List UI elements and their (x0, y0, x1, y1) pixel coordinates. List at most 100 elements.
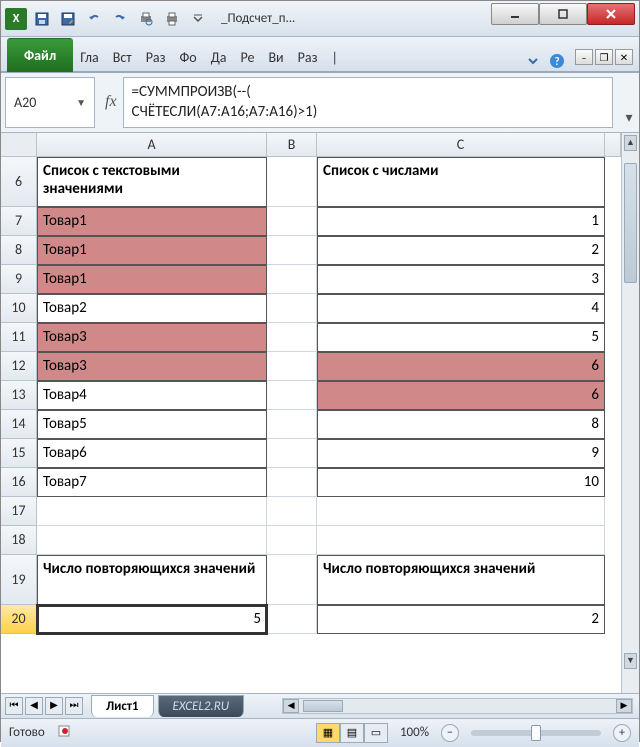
row-header[interactable]: 8 (1, 236, 37, 265)
cell-A7[interactable]: Товар1 (37, 207, 267, 236)
row-header[interactable]: 13 (1, 381, 37, 410)
new-sheet-icon[interactable] (248, 695, 276, 717)
chevron-down-icon[interactable]: ▼ (76, 96, 86, 109)
cell-A15[interactable]: Товар6 (37, 439, 267, 468)
column-header-blank[interactable] (605, 133, 621, 157)
scroll-left-icon[interactable]: ◀ (283, 699, 299, 713)
cell[interactable] (267, 439, 317, 468)
cell[interactable] (267, 468, 317, 497)
print-preview-icon[interactable] (135, 8, 157, 30)
cell-A11[interactable]: Товар3 (37, 323, 267, 352)
row-header[interactable]: 10 (1, 294, 37, 323)
formula-input[interactable]: =СУММПРОИЗВ(--( СЧЁТЕСЛИ(A7:A16;A7:A16)>… (123, 77, 613, 128)
horizontal-scrollbar[interactable]: ◀ ▶ (282, 698, 633, 714)
ribbon-tab-data[interactable]: Да (204, 42, 234, 72)
cell-C20[interactable]: 2 (317, 605, 605, 634)
cell-A14[interactable]: Товар5 (37, 410, 267, 439)
ribbon-tab-developer[interactable]: Раз (291, 42, 325, 72)
print-icon[interactable] (161, 8, 183, 30)
cell-A20-selected[interactable]: 5 (37, 605, 267, 634)
cell[interactable] (267, 265, 317, 294)
vertical-scrollbar[interactable]: ▲ ▼ (621, 133, 639, 693)
cell[interactable] (267, 497, 317, 526)
zoom-out-button[interactable]: − (441, 724, 459, 742)
workbook-minimize-button[interactable]: – (575, 49, 593, 65)
workbook-restore-button[interactable]: ❐ (595, 49, 613, 65)
column-header-C[interactable]: C (317, 133, 605, 157)
cell-A13[interactable]: Товар4 (37, 381, 267, 410)
formula-bar-expand-icon[interactable]: ▾ (619, 73, 639, 132)
ribbon-tab-formulas[interactable]: Фо (173, 42, 204, 72)
cell-C11[interactable]: 5 (317, 323, 605, 352)
row-header[interactable]: 18 (1, 526, 37, 555)
cell[interactable] (267, 207, 317, 236)
view-page-break-button[interactable]: ▭ (364, 723, 388, 743)
fx-button[interactable]: fx (105, 93, 117, 111)
cell-A12[interactable]: Товар3 (37, 352, 267, 381)
save-as-icon[interactable] (57, 8, 79, 30)
cell[interactable] (267, 381, 317, 410)
qat-customize-icon[interactable] (187, 8, 209, 30)
name-box[interactable]: A20 ▼ (5, 77, 95, 128)
cell-C14[interactable]: 8 (317, 410, 605, 439)
ribbon-tab-home[interactable]: Гла (73, 42, 106, 72)
column-header-B[interactable]: B (267, 133, 317, 157)
row-header[interactable]: 17 (1, 497, 37, 526)
redo-icon[interactable] (109, 8, 131, 30)
ribbon-tab-insert[interactable]: Вст (106, 42, 139, 72)
ribbon-tab-view[interactable]: Ви (261, 42, 290, 72)
cell-C7[interactable]: 1 (317, 207, 605, 236)
cell-C12[interactable]: 6 (317, 352, 605, 381)
row-header[interactable]: 12 (1, 352, 37, 381)
cell[interactable] (267, 294, 317, 323)
workbook-close-button[interactable]: ✕ (615, 49, 633, 65)
undo-icon[interactable] (83, 8, 105, 30)
cell[interactable] (317, 497, 605, 526)
cell-B6[interactable] (267, 157, 317, 207)
ribbon-tab-review[interactable]: Ре (233, 42, 261, 72)
row-header-selected[interactable]: 20 (1, 605, 37, 634)
cell[interactable] (267, 526, 317, 555)
cell-A19[interactable]: Число повторяющихся значений (37, 555, 267, 605)
cell-C15[interactable]: 9 (317, 439, 605, 468)
cell-A6[interactable]: Список с текстовыми значениями (37, 157, 267, 207)
cell[interactable] (267, 236, 317, 265)
scroll-thumb[interactable] (303, 700, 343, 712)
help-icon[interactable]: ? (547, 51, 567, 71)
row-header[interactable]: 14 (1, 410, 37, 439)
row-header[interactable]: 11 (1, 323, 37, 352)
save-icon[interactable] (31, 8, 53, 30)
cell-C13[interactable]: 6 (317, 381, 605, 410)
zoom-in-button[interactable]: + (613, 724, 631, 742)
cell-C6[interactable]: Список с числами (317, 157, 605, 207)
scroll-up-icon[interactable]: ▲ (624, 135, 637, 151)
cell[interactable] (37, 526, 267, 555)
macro-record-icon[interactable] (57, 723, 73, 743)
cell-C19[interactable]: Число повторяющихся значений (317, 555, 605, 605)
cell[interactable] (267, 555, 317, 605)
select-all-corner[interactable] (1, 133, 37, 157)
scroll-right-icon[interactable]: ▶ (616, 699, 632, 713)
row-header[interactable]: 15 (1, 439, 37, 468)
cell-C9[interactable]: 3 (317, 265, 605, 294)
cell[interactable] (37, 497, 267, 526)
cell-A9[interactable]: Товар1 (37, 265, 267, 294)
cell[interactable] (267, 323, 317, 352)
cell-C16[interactable]: 10 (317, 468, 605, 497)
scroll-thumb[interactable] (624, 163, 637, 283)
ribbon-tab-pagelayout[interactable]: Раз (139, 42, 173, 72)
maximize-button[interactable] (539, 3, 587, 25)
sheet-tab-active[interactable]: Лист1 (91, 695, 154, 717)
column-header-A[interactable]: A (37, 133, 267, 157)
zoom-slider-knob[interactable] (531, 725, 541, 741)
row-header[interactable]: 16 (1, 468, 37, 497)
sheet-tab-inactive[interactable]: EXCEL2.RU (158, 695, 245, 717)
ribbon-tab-more[interactable]: | (324, 42, 344, 72)
cell[interactable] (267, 352, 317, 381)
ribbon-minimize-icon[interactable] (523, 51, 543, 71)
ribbon-file-tab[interactable]: Файл (7, 38, 73, 72)
cell-A16[interactable]: Товар7 (37, 468, 267, 497)
sheet-nav-prev[interactable]: ◀ (25, 697, 43, 715)
cell[interactable] (267, 605, 317, 634)
view-page-layout-button[interactable]: ▤ (340, 723, 364, 743)
